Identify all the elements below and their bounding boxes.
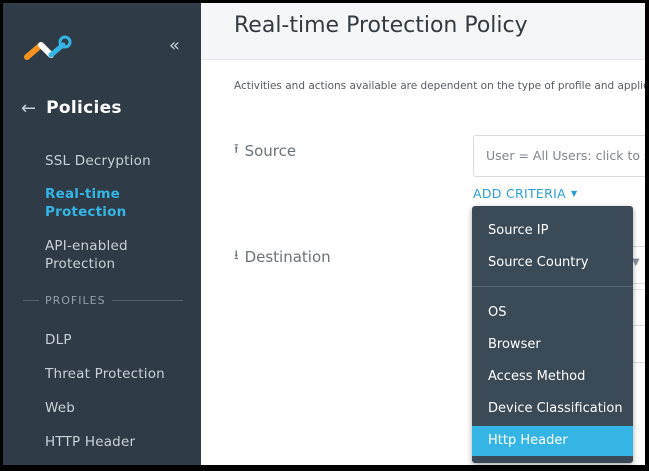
sidebar-item-threat-protection[interactable]: Threat Protection (45, 365, 195, 383)
menu-item-http-header[interactable]: Http Header (472, 426, 633, 456)
divider (111, 300, 183, 301)
menu-item-browser[interactable]: Browser (472, 330, 633, 360)
download-arrow-icon: ⭳ (234, 248, 239, 263)
back-to-policies[interactable]: ← Policies (21, 95, 122, 121)
destination-label: Destination (244, 248, 331, 266)
add-criteria-label: ADD CRITERIA (473, 186, 566, 201)
menu-item-device-classification[interactable]: Device Classification (472, 394, 633, 424)
background-field (631, 289, 645, 326)
sidebar-item-ssl-decryption[interactable]: SSL Decryption (45, 152, 195, 170)
sidebar-item-label: API-enabled Protection (45, 238, 128, 272)
sidebar-item-http-header[interactable]: HTTP Header (45, 433, 195, 451)
source-criteria-input[interactable]: User = All Users: click to sele (473, 135, 645, 177)
page-header: Real-time Protection Policy (201, 3, 645, 60)
divider (23, 300, 39, 301)
sidebar-item-label: Real-time Protection (45, 186, 127, 220)
notice-text: Activities and actions available are dep… (234, 80, 645, 92)
arrow-left-icon[interactable]: ← (21, 98, 36, 119)
page-title: Real-time Protection Policy (234, 13, 528, 38)
add-criteria-button[interactable]: ADD CRITERIA ▼ (473, 186, 577, 201)
source-criteria-value: User = All Users: click to sele (486, 148, 645, 163)
menu-divider (472, 286, 633, 287)
sidebar: « ← Policies SSL Decryption Real-time Pro… (3, 3, 201, 465)
profiles-section-header: PROFILES (23, 294, 183, 307)
upload-arrow-icon: ⭱ (234, 142, 239, 157)
caret-down-icon: ▼ (570, 189, 578, 198)
sidebar-item-web[interactable]: Web (45, 399, 195, 417)
profiles-label: PROFILES (45, 294, 106, 307)
collapse-sidebar-icon[interactable]: « (169, 36, 180, 56)
netskope-logo (24, 35, 72, 60)
source-section-label: ⭱ Source (234, 140, 296, 162)
destination-section-label: ⭳ Destination (234, 246, 331, 268)
menu-item-os[interactable]: OS (472, 298, 633, 328)
menu-item-source-country[interactable]: Source Country (472, 248, 633, 278)
app-window: « ← Policies SSL Decryption Real-time Pro… (3, 3, 645, 465)
source-label: Source (244, 142, 297, 160)
sidebar-item-dlp[interactable]: DLP (45, 331, 195, 349)
destination-select[interactable]: ▼ (631, 246, 645, 284)
caret-down-icon: ▼ (632, 257, 640, 268)
sidebar-item-real-time-protection[interactable]: Real-time Protection (45, 185, 195, 221)
menu-item-source-ip[interactable]: Source IP (472, 216, 633, 246)
background-field (631, 325, 645, 363)
menu-item-access-method[interactable]: Access Method (472, 362, 633, 392)
sidebar-title: Policies (46, 98, 122, 118)
add-criteria-dropdown: Source IP Source Country OS Browser Acce… (472, 206, 633, 463)
sidebar-item-api-enabled-protection[interactable]: API-enabled Protection (45, 237, 195, 273)
